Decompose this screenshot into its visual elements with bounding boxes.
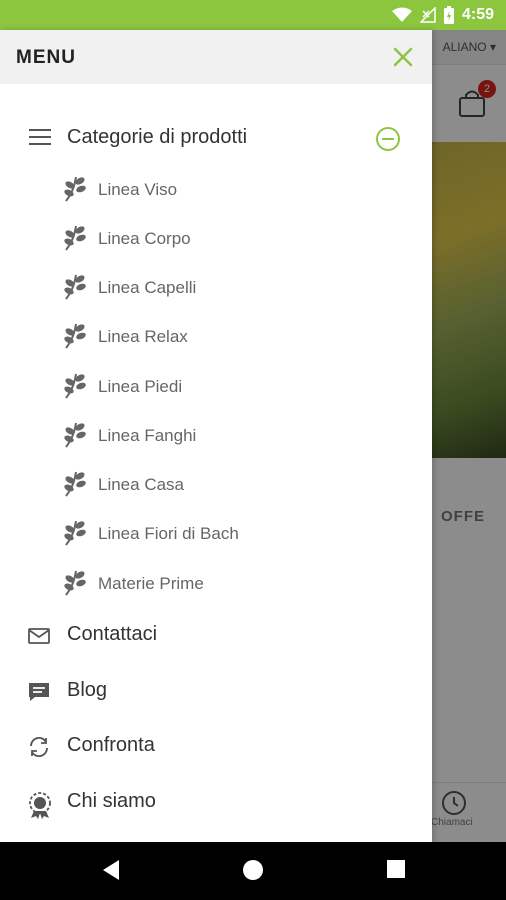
drawer-header: MENU [0, 30, 432, 84]
subcategory-label: Linea Casa [98, 475, 185, 494]
leaf-icon [64, 373, 86, 399]
home-icon[interactable] [242, 859, 264, 881]
subcategory-label: Linea Capelli [98, 278, 197, 297]
subcategory-item[interactable]: Linea Corpo [62, 220, 422, 256]
subcategory-label: Linea Piedi [98, 377, 183, 396]
leaf-icon [64, 274, 86, 300]
subcategory-label: Materie Prime [98, 574, 204, 593]
subcategory-item[interactable]: Linea Capelli [62, 269, 422, 305]
menu-item-contattaci[interactable]: Contattaci [0, 614, 432, 658]
wifi-icon [391, 7, 412, 22]
leaf-icon [64, 323, 86, 349]
subcategory-label: Linea Relax [98, 327, 188, 346]
subcategory-label: Linea Corpo [98, 229, 191, 248]
subcategory-label: Linea Fanghi [98, 426, 197, 445]
menu-item-label: Chi siamo [67, 790, 156, 812]
subcategory-item[interactable]: Linea Relax [62, 318, 422, 354]
categories-header[interactable]: Categorie di prodotti [0, 116, 432, 160]
subcategory-label: Linea Viso [98, 180, 178, 199]
subcategory-label: Linea Fiori di Bach [98, 524, 239, 543]
subcategory-item[interactable]: Materie Prime [62, 565, 422, 601]
subcategory-item[interactable]: Linea Fanghi [62, 417, 422, 453]
leaf-icon [64, 176, 86, 202]
drawer-title: MENU [16, 47, 76, 68]
compare-icon [30, 736, 48, 758]
menu-item-confronta[interactable]: Confronta [0, 725, 432, 769]
chat-icon [29, 683, 49, 701]
menu-item-label: Confronta [67, 734, 155, 756]
back-icon[interactable] [101, 859, 121, 881]
battery-icon [443, 6, 454, 24]
subcategory-item[interactable]: Linea Fiori di Bach [62, 515, 422, 551]
close-icon[interactable] [392, 46, 414, 68]
menu-item-label: Blog [67, 679, 108, 701]
leaf-icon [64, 225, 86, 251]
badge-icon [29, 792, 51, 819]
subcategory-item[interactable]: Linea Piedi [62, 368, 422, 404]
leaf-icon [64, 471, 86, 497]
menu-item-blog[interactable]: Blog [0, 670, 432, 714]
clock: 4:59 [461, 6, 494, 23]
status-bar: 4:59 [0, 0, 506, 30]
collapse-icon[interactable] [375, 126, 401, 152]
menu-item-label: Contattaci [67, 623, 158, 645]
leaf-icon [64, 520, 86, 546]
subcategory-item[interactable]: Linea Casa [62, 466, 422, 502]
hamburger-icon [29, 129, 51, 145]
leaf-icon [64, 422, 86, 448]
categories-label: Categorie di prodotti [67, 126, 248, 148]
system-nav-bar [0, 842, 506, 900]
signal-icon [419, 7, 436, 23]
mail-icon [28, 628, 50, 644]
subcategory-item[interactable]: Linea Viso [62, 171, 422, 207]
navigation-drawer: MENU Categorie di prodotti Linea Viso Li… [0, 30, 432, 842]
recents-icon[interactable] [386, 859, 406, 879]
menu-item-chi-siamo[interactable]: Chi siamo [0, 781, 432, 825]
leaf-icon [64, 570, 86, 596]
